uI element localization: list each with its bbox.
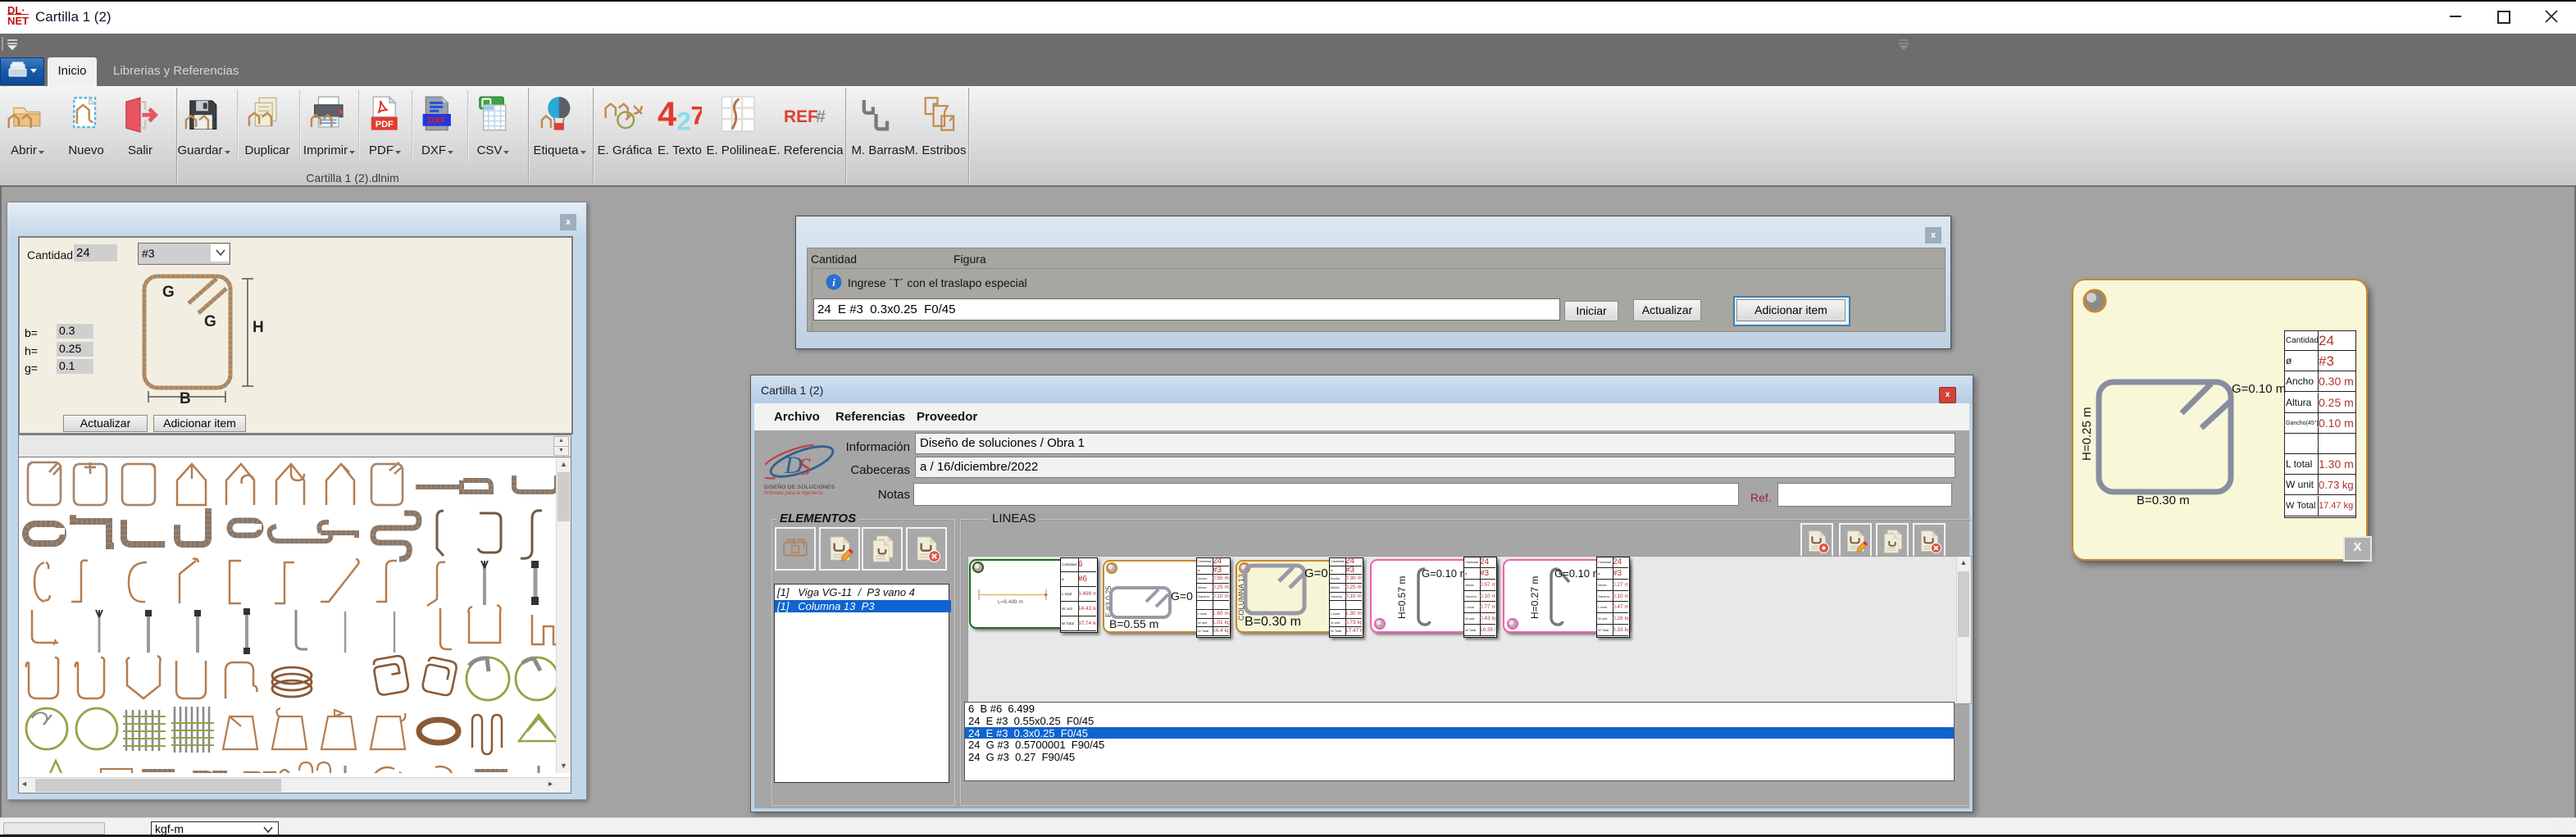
- svg-text:#: #: [816, 107, 826, 126]
- svg-text:L=6.499 m: L=6.499 m: [998, 599, 1023, 605]
- svg-text:G: G: [162, 284, 175, 301]
- svg-text:i: i: [832, 276, 835, 289]
- svg-text:4: 4: [658, 95, 676, 134]
- svg-text:H: H: [253, 319, 264, 336]
- svg-text:2: 2: [676, 107, 691, 136]
- svg-text:B: B: [180, 390, 191, 407]
- svg-text:S: S: [799, 453, 811, 480]
- svg-text:DXF: DXF: [428, 116, 446, 126]
- svg-text:G: G: [204, 313, 216, 330]
- svg-text:PDF: PDF: [375, 120, 394, 130]
- svg-text:REF: REF: [784, 107, 818, 126]
- svg-text:7: 7: [691, 100, 703, 130]
